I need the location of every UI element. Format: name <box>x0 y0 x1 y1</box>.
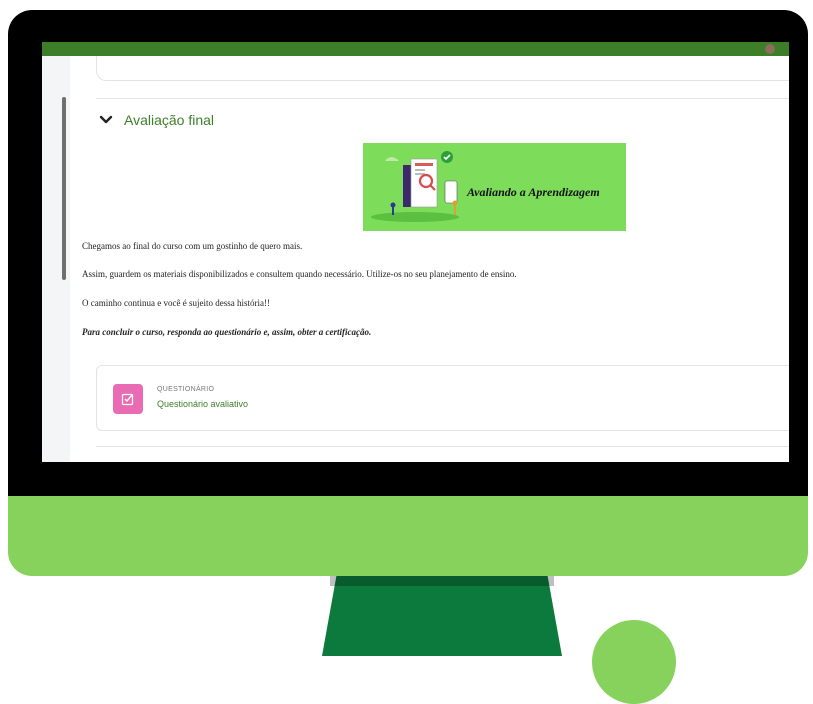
section-divider-bottom <box>96 446 789 447</box>
activity-link[interactable]: Questionário avaliativo <box>157 399 248 409</box>
assessment-illustration-icon <box>371 151 459 222</box>
activity-type-label: QUESTIONÁRIO <box>157 386 215 393</box>
paragraph-2: Assim, guardem os materiais disponibiliz… <box>82 269 517 279</box>
stand-shadow <box>330 576 554 586</box>
chevron-down-icon[interactable] <box>98 112 114 128</box>
previous-activity-card <box>96 56 789 81</box>
scrollbar[interactable] <box>62 97 66 280</box>
banner-title: Avaliando a Aprendizagem <box>467 185 600 199</box>
monitor-stand <box>322 576 562 656</box>
top-navbar <box>42 42 789 56</box>
paragraph-1: Chegamos ao final do curso com um gostin… <box>82 241 303 251</box>
paragraph-4: Para concluir o curso, responda ao quest… <box>82 327 372 337</box>
quiz-icon[interactable] <box>113 384 143 414</box>
section-banner-image: Avaliando a Aprendizagem <box>363 143 626 231</box>
decorative-circle <box>592 620 676 704</box>
paragraph-3: O caminho continua e você é sujeito dess… <box>82 298 270 308</box>
screen: Avaliação final Avaliando a Aprendizagem… <box>42 42 789 462</box>
quiz-activity-card[interactable]: QUESTIONÁRIO Questionário avaliativo <box>96 365 789 431</box>
avatar[interactable] <box>765 44 775 54</box>
checkbox-edit-icon <box>121 393 134 406</box>
section-title[interactable]: Avaliação final <box>124 112 214 128</box>
monitor-chin <box>8 496 808 576</box>
section-divider <box>96 98 789 99</box>
section-header[interactable]: Avaliação final <box>98 112 214 128</box>
